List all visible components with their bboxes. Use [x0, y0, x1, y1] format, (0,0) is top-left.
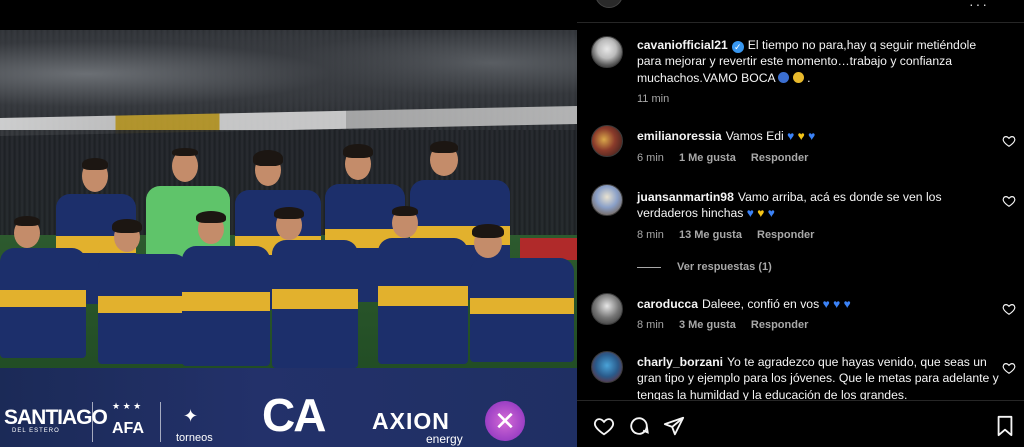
comment-avatar[interactable]	[591, 351, 623, 383]
heart-outline-icon[interactable]	[1002, 302, 1016, 316]
banner-divider	[160, 402, 161, 442]
reply-button[interactable]: Responder	[751, 152, 808, 164]
blue-heart-emoji-icon: ♥	[833, 297, 841, 311]
afa-stars: ★ ★ ★	[112, 401, 142, 411]
comment-meta: 8 min 3 Me gusta Responder	[637, 319, 820, 331]
header-divider	[577, 22, 1024, 23]
comment-likes[interactable]: 1 Me gusta	[679, 152, 736, 164]
comment-time[interactable]: 8 min	[637, 229, 664, 241]
caption-username[interactable]: cavaniofficial21	[637, 38, 728, 52]
comment-time[interactable]: 6 min	[637, 152, 664, 164]
more-dots-icon[interactable]: ···	[969, 0, 989, 12]
sponsor-x-logo: ✕	[485, 401, 525, 441]
comment-meta: 8 min 13 Me gusta Responder	[637, 229, 826, 241]
comments-pane: ··· cavaniofficial21 ✓ El tiempo no para,h…	[577, 0, 1024, 447]
yellow-heart-emoji-icon: ♥	[757, 206, 765, 221]
banner-divider	[92, 402, 93, 442]
comment-username[interactable]: emilianoressia	[637, 129, 722, 143]
yellow-heart-emoji-icon: ♥	[797, 129, 805, 143]
sponsor-energy: energy	[426, 432, 463, 446]
reply-button[interactable]: Responder	[757, 229, 814, 241]
heart-outline-icon[interactable]	[593, 415, 615, 437]
blue-heart-emoji-icon: ♥	[767, 206, 775, 221]
blue-heart-emoji-icon: ♥	[808, 129, 816, 143]
view-replies-button[interactable]: Ver respuestas (1)	[637, 261, 772, 273]
sponsor-axion: AXION	[372, 408, 450, 434]
comment-username[interactable]: caroducca	[637, 297, 698, 311]
sponsor-ca-logo: CA	[262, 389, 326, 441]
comment-text: caroducca Daleee, confió en vos ♥ ♥ ♥	[637, 296, 999, 312]
photo-red-board	[520, 238, 577, 260]
comment-text: juansanmartin98 Vamo arriba, acá es donde…	[637, 189, 999, 222]
blue-ball-emoji-icon	[778, 71, 790, 83]
replies-line	[637, 266, 661, 268]
comment-text: charly_borzani Yo te agradezco que hayas …	[637, 354, 999, 400]
heart-outline-icon[interactable]	[1002, 194, 1016, 208]
blue-heart-emoji-icon: ♥	[746, 206, 754, 221]
comment-body: Vamos Edi	[725, 129, 784, 143]
comment-avatar[interactable]	[591, 184, 623, 216]
comment-bubble-icon[interactable]	[628, 415, 650, 437]
torneos-logo-icon: ✦	[183, 406, 199, 426]
comment-username[interactable]: charly_borzani	[637, 355, 723, 369]
caption-meta: 11 min	[637, 93, 681, 105]
blue-heart-emoji-icon: ♥	[843, 297, 851, 311]
sponsor-santiago-sub: DEL ESTERO	[12, 428, 60, 434]
caption-text: cavaniofficial21 ✓ El tiempo no para,hay q…	[637, 38, 977, 85]
comment-time[interactable]: 8 min	[637, 319, 664, 331]
verified-badge-icon: ✓	[731, 41, 744, 53]
post-photo-pane: SANTIAGO DEL ESTERO ★ ★ ★ AFA ✦ torneos …	[0, 0, 577, 447]
post-action-bar	[577, 400, 1024, 447]
heart-outline-icon[interactable]	[1002, 361, 1016, 375]
bookmark-icon[interactable]	[995, 415, 1015, 437]
comment-avatar[interactable]	[591, 293, 623, 325]
yellow-ball-emoji-icon	[792, 71, 804, 83]
comment-avatar[interactable]	[591, 125, 623, 157]
sponsor-banner: SANTIAGO DEL ESTERO ★ ★ ★ AFA ✦ torneos …	[0, 368, 577, 447]
comment-likes[interactable]: 13 Me gusta	[679, 229, 742, 241]
comment-item: charly_borzani Yo te agradezco que hayas …	[577, 351, 1024, 400]
sponsor-torneos: torneos	[176, 432, 213, 444]
reply-button[interactable]: Responder	[751, 319, 808, 331]
comment-text: emilianoressia Vamos Edi ♥ ♥ ♥	[637, 128, 999, 144]
header-avatar[interactable]	[595, 0, 623, 8]
paper-plane-icon[interactable]	[663, 415, 685, 437]
blue-heart-emoji-icon: ♥	[787, 129, 795, 143]
comment-meta: 6 min 1 Me gusta Responder	[637, 152, 820, 164]
caption-time[interactable]: 11 min	[637, 93, 669, 105]
comment-likes[interactable]: 3 Me gusta	[679, 319, 736, 331]
comment-body: Daleee, confió en vos	[701, 297, 820, 311]
caption-avatar[interactable]	[591, 36, 623, 68]
blue-heart-emoji-icon: ♥	[822, 297, 830, 311]
comment-username[interactable]: juansanmartin98	[637, 190, 734, 204]
view-replies-label: Ver respuestas (1)	[677, 261, 772, 273]
heart-outline-icon[interactable]	[1002, 134, 1016, 148]
sponsor-afa: AFA	[112, 420, 144, 437]
